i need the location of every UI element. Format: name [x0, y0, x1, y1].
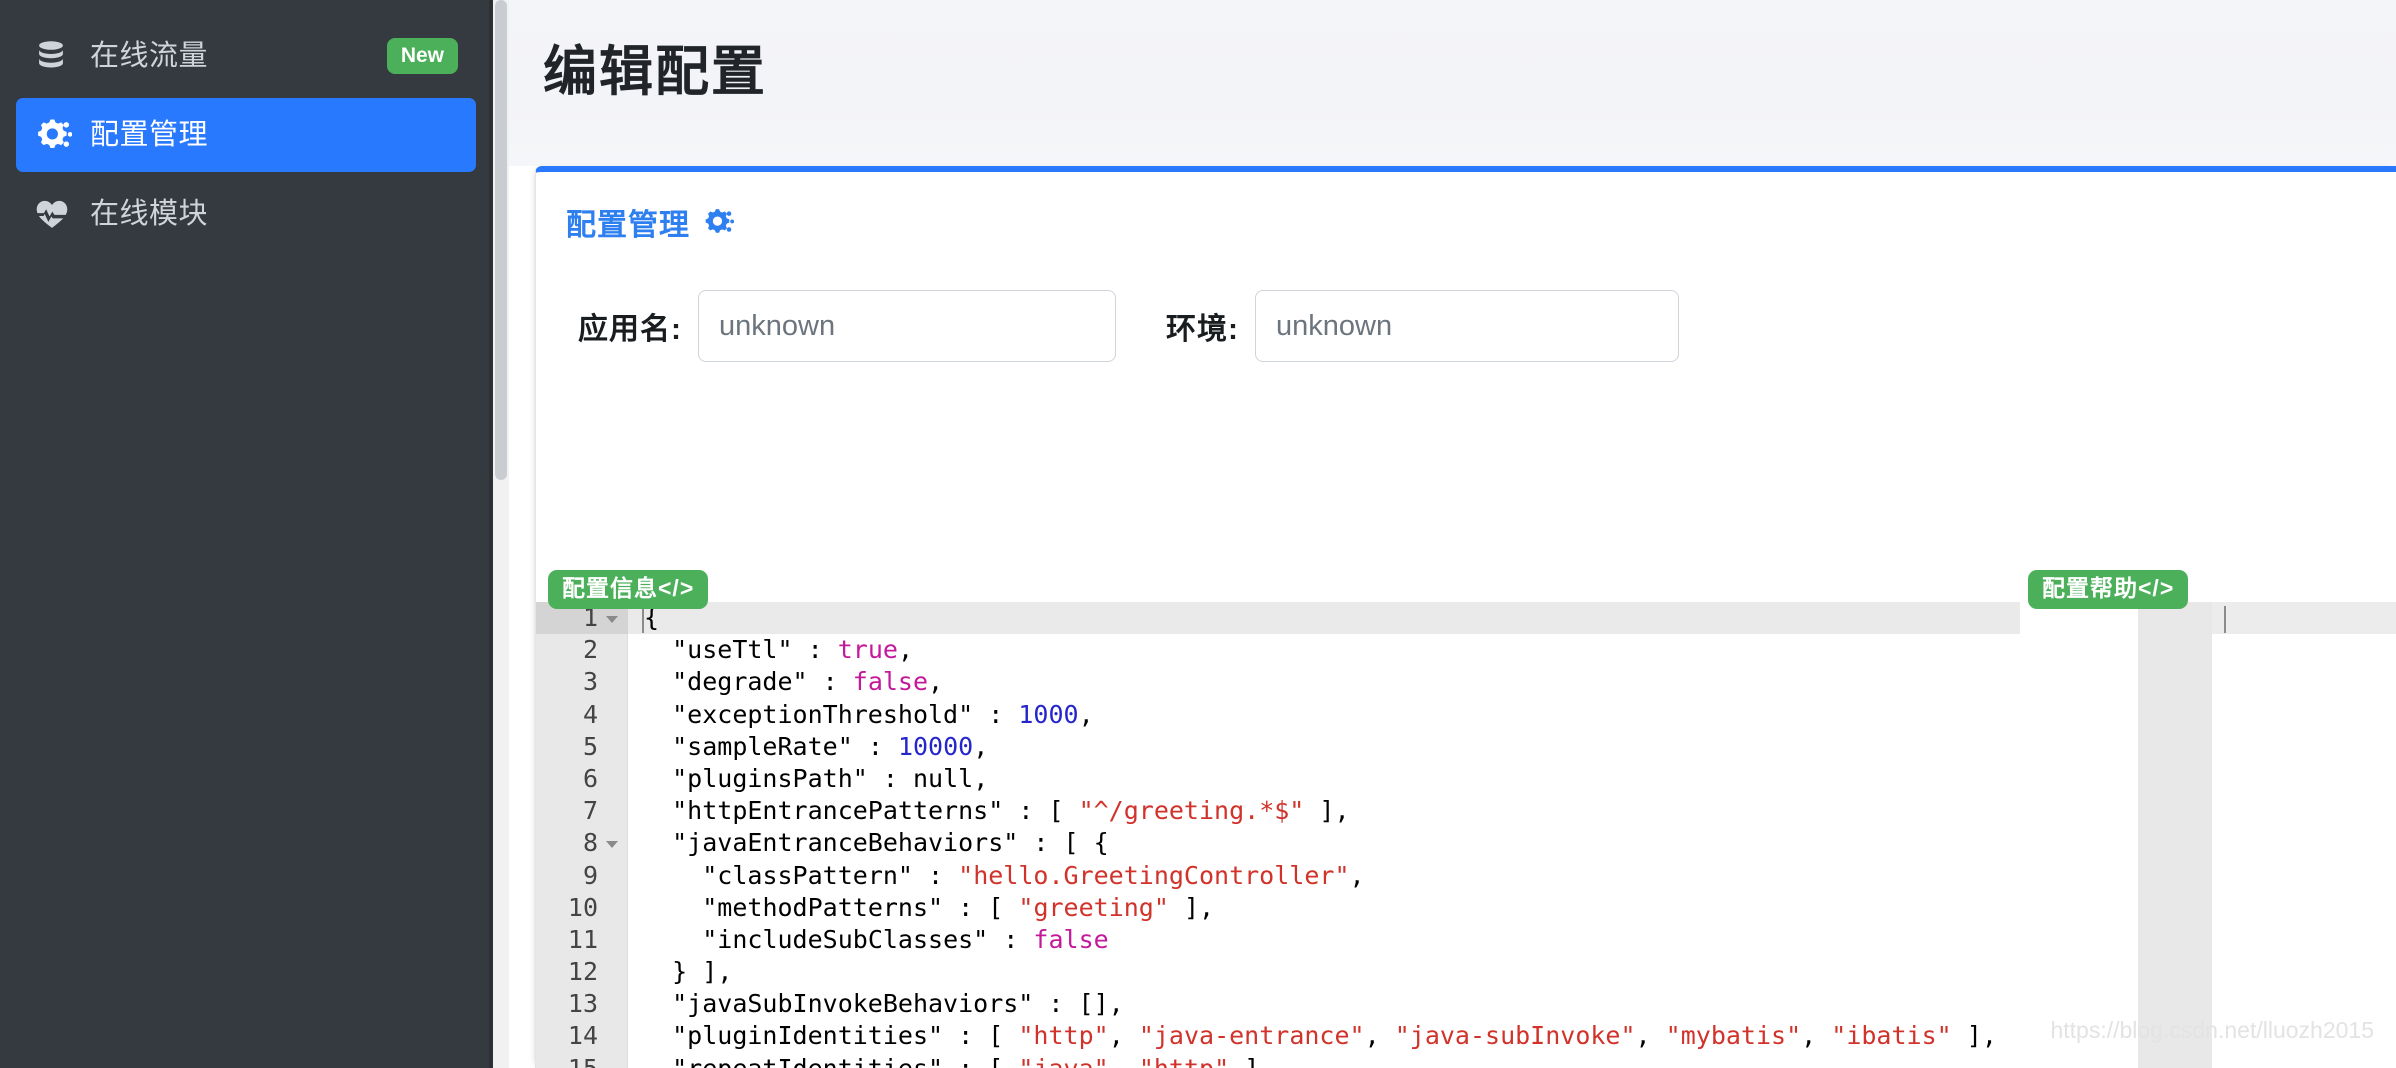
line-number: 11 [536, 924, 628, 956]
code-line[interactable]: 15 "repeatIdentities" : [ "java", "http"… [536, 1053, 2020, 1068]
code-line-text: "javaSubInvokeBehaviors" : [], [628, 988, 1124, 1020]
code-line[interactable]: 2 "useTtl" : true, [536, 634, 2020, 666]
sidebar-item-label: 在线模块 [90, 200, 208, 229]
database-icon [34, 39, 76, 73]
code-line-text: } ], [628, 956, 732, 988]
config-help-editor-block: 配置帮助</> 1 [2020, 602, 2396, 1068]
code-line-text [2212, 602, 2226, 634]
environment-input[interactable] [1255, 290, 1679, 362]
line-number: 14 [536, 1020, 628, 1052]
line-number: 10 [536, 892, 628, 924]
code-line[interactable]: 3 "degrade" : false, [536, 666, 2020, 698]
code-line[interactable]: 13 "javaSubInvokeBehaviors" : [], [536, 988, 2020, 1020]
sidebar-badge-new: New [387, 38, 458, 74]
line-number: 6 [536, 763, 628, 795]
watermark: https://blog.csdn.net/lluozh2015 [2050, 1017, 2374, 1044]
code-line-text: "sampleRate" : 10000, [628, 731, 988, 763]
gears-icon [702, 208, 734, 236]
line-number: 4 [536, 699, 628, 731]
page-header: 编辑配置 [493, 0, 2396, 166]
line-number: 8 [536, 827, 628, 859]
config-info-editor-block: 配置信息</> 1{2 "useTtl" : true,3 "degrade" … [536, 602, 2020, 1068]
config-form-row: 应用名: 环境: [536, 244, 2396, 362]
code-line[interactable]: 14 "pluginIdentities" : [ "http", "java-… [536, 1020, 2020, 1052]
sidebar-item-label: 在线流量 [90, 42, 208, 71]
code-line-text: "classPattern" : "hello.GreetingControll… [628, 860, 1365, 892]
code-line-text: "includeSubClasses" : false [628, 924, 1109, 956]
sidebar-item-label: 配置管理 [90, 121, 208, 150]
code-line-text: "exceptionThreshold" : 1000, [628, 699, 1094, 731]
fold-arrow-icon[interactable] [606, 841, 618, 848]
sidebar-item-online-modules[interactable]: 在线模块 [16, 177, 476, 251]
line-number: 7 [536, 795, 628, 827]
editor-zone: 配置信息</> 1{2 "useTtl" : true,3 "degrade" … [536, 602, 2396, 1068]
code-line[interactable]: 12 } ], [536, 956, 2020, 988]
panel-title: 配置管理 [566, 200, 690, 244]
fold-arrow-icon[interactable] [606, 616, 618, 623]
line-number: 12 [536, 956, 628, 988]
code-lines: 1{2 "useTtl" : true,3 "degrade" : false,… [536, 602, 2020, 1068]
sidebar: 在线流量 New 配置管理 在线模块 [0, 0, 493, 1068]
heartbeat-icon [34, 198, 76, 230]
panel-header: 配置管理 [536, 172, 2396, 244]
code-line-text: "repeatIdentities" : [ "java", "http" ] [628, 1053, 1259, 1068]
app-name-input[interactable] [698, 290, 1116, 362]
config-help-code-editor[interactable]: 1 [2020, 602, 2396, 1068]
scrollbar-thumb[interactable] [495, 0, 507, 480]
config-info-code-editor[interactable]: 1{2 "useTtl" : true,3 "degrade" : false,… [536, 602, 2020, 1068]
line-number: 13 [536, 988, 628, 1020]
code-line[interactable]: 9 "classPattern" : "hello.GreetingContro… [536, 860, 2020, 892]
code-line[interactable]: 11 "includeSubClasses" : false [536, 924, 2020, 956]
code-line-text: "pluginIdentities" : [ "http", "java-ent… [628, 1020, 1997, 1052]
code-line-text: "pluginsPath" : null, [628, 763, 988, 795]
code-line[interactable]: 1{ [536, 602, 2020, 634]
code-line[interactable]: 7 "httpEntrancePatterns" : [ "^/greeting… [536, 795, 2020, 827]
main-content: 编辑配置 配置管理 应用名: 环境: [493, 0, 2396, 1068]
code-line-text: "httpEntrancePatterns" : [ "^/greeting.*… [628, 795, 1350, 827]
config-info-tag[interactable]: 配置信息</> [548, 570, 708, 609]
sidebar-item-config-management[interactable]: 配置管理 [16, 98, 476, 172]
code-line-text: "javaEntranceBehaviors" : [ { [628, 827, 1109, 859]
code-line-text: "degrade" : false, [628, 666, 943, 698]
code-line[interactable]: 6 "pluginsPath" : null, [536, 763, 2020, 795]
line-number: 5 [536, 731, 628, 763]
app-root: 在线流量 New 配置管理 在线模块 [0, 0, 2396, 1068]
gears-icon [34, 118, 76, 152]
line-number-gutter [2138, 602, 2212, 1068]
page-title: 编辑配置 [543, 44, 2396, 101]
line-number: 2 [536, 634, 628, 666]
line-number: 9 [536, 860, 628, 892]
config-help-tag[interactable]: 配置帮助</> [2028, 570, 2188, 609]
line-number: 3 [536, 666, 628, 698]
environment-label: 环境: [1166, 304, 1239, 348]
text-cursor [2224, 606, 2226, 633]
page-scrollbar[interactable] [493, 0, 509, 1068]
editor-left-margin [2020, 602, 2138, 1068]
sidebar-item-online-traffic[interactable]: 在线流量 New [16, 19, 476, 93]
code-line[interactable]: 5 "sampleRate" : 10000, [536, 731, 2020, 763]
config-panel: 配置管理 应用名: 环境: [535, 166, 2396, 1068]
code-line[interactable]: 4 "exceptionThreshold" : 1000, [536, 699, 2020, 731]
app-name-label: 应用名: [578, 304, 682, 348]
code-line-text: "useTtl" : true, [628, 634, 913, 666]
line-number: 15 [536, 1053, 628, 1068]
code-line-text: "methodPatterns" : [ "greeting" ], [628, 892, 1214, 924]
code-line[interactable]: 10 "methodPatterns" : [ "greeting" ], [536, 892, 2020, 924]
code-line[interactable]: 8 "javaEntranceBehaviors" : [ { [536, 827, 2020, 859]
